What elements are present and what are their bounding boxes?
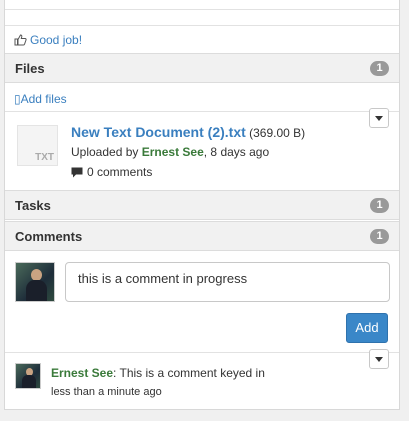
file-size: (369.00 B) (249, 126, 306, 140)
add-file-icon: ▯ (14, 92, 21, 106)
file-upload-info: Uploaded by Ernest See, 8 days ago (71, 145, 269, 159)
comment-author-avatar (15, 363, 41, 389)
add-files-label: Add files (20, 92, 67, 106)
comment-options-dropdown[interactable] (369, 349, 389, 369)
file-name-row: New Text Document (2).txt (369.00 B) (71, 124, 305, 140)
activity-panel: Good job! Files 1 ▯Add files TXT New Tex… (4, 0, 400, 410)
top-divider (5, 0, 399, 10)
comment-author[interactable]: Ernest See (51, 366, 113, 380)
thumbs-up-icon (14, 34, 27, 46)
tasks-count-badge: 1 (370, 198, 389, 213)
comment-bubble-icon (71, 167, 83, 177)
uploaded-prefix: Uploaded by (71, 145, 142, 159)
uploaded-suffix: , 8 days ago (203, 145, 270, 159)
file-comments-count: 0 comments (87, 165, 153, 179)
file-options-dropdown[interactable] (369, 108, 389, 128)
files-divider (5, 111, 399, 112)
uploader-name[interactable]: Ernest See (142, 145, 204, 159)
tasks-section-header[interactable]: Tasks 1 (5, 190, 399, 220)
top-divider-2 (5, 10, 399, 26)
comments-title: Comments (15, 229, 83, 244)
good-job-link[interactable]: Good job! (14, 33, 82, 47)
file-comments-link[interactable]: 0 comments (71, 165, 152, 179)
comment-item: Ernest See: This is a comment keyed in (51, 366, 265, 380)
current-user-avatar (15, 262, 55, 302)
files-section-header[interactable]: Files 1 (5, 53, 399, 83)
comments-count-badge: 1 (370, 229, 389, 244)
caret-down-icon (375, 115, 383, 121)
add-comment-button[interactable]: Add (346, 313, 388, 343)
comments-section-header[interactable]: Comments 1 (5, 221, 399, 251)
file-type-label: TXT (35, 152, 54, 163)
file-name-link[interactable]: New Text Document (2).txt (71, 124, 246, 140)
tasks-title: Tasks (15, 198, 51, 213)
files-count-badge: 1 (370, 61, 389, 76)
file-thumbnail[interactable]: TXT (17, 125, 58, 166)
comments-divider (5, 352, 399, 353)
good-job-label: Good job! (30, 33, 83, 47)
add-files-link[interactable]: ▯Add files (14, 92, 67, 106)
caret-down-icon (375, 356, 383, 362)
files-title: Files (15, 61, 45, 76)
comment-timestamp: less than a minute ago (51, 386, 162, 398)
comment-input[interactable] (65, 262, 390, 302)
comment-text: This is a comment keyed in (119, 366, 265, 380)
